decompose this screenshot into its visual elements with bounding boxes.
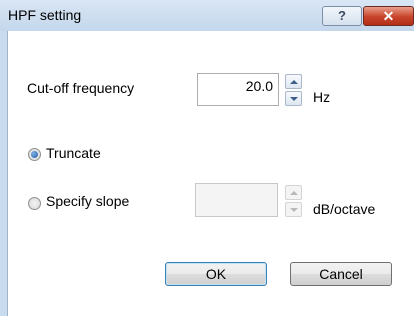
slope-increment-button[interactable] bbox=[285, 185, 302, 200]
specify-slope-radio[interactable] bbox=[28, 197, 41, 210]
cancel-button[interactable]: Cancel bbox=[290, 262, 392, 286]
arrow-down-icon bbox=[289, 207, 298, 212]
truncate-radio[interactable] bbox=[28, 148, 41, 161]
cutoff-frequency-label: Cut-off frequency bbox=[27, 80, 135, 96]
slope-input[interactable] bbox=[195, 183, 278, 217]
hpf-setting-dialog: HPF setting ? ✕ Cut-off frequency 20.0 H… bbox=[0, 0, 414, 316]
cutoff-unit-label: Hz bbox=[313, 89, 331, 105]
cutoff-frequency-spinner bbox=[285, 74, 302, 106]
close-button[interactable]: ✕ bbox=[363, 6, 414, 26]
dialog-title: HPF setting bbox=[8, 7, 82, 23]
help-button[interactable]: ? bbox=[322, 6, 362, 26]
arrow-up-icon bbox=[289, 190, 298, 195]
specify-slope-label[interactable]: Specify slope bbox=[46, 193, 129, 209]
title-bar[interactable]: HPF setting ? ✕ bbox=[0, 0, 414, 31]
cutoff-decrement-button[interactable] bbox=[285, 91, 302, 106]
slope-spinner bbox=[285, 185, 302, 217]
cutoff-frequency-input[interactable]: 20.0 bbox=[197, 73, 279, 106]
arrow-down-icon bbox=[289, 96, 298, 101]
slope-unit-label: dB/octave bbox=[313, 201, 376, 217]
slope-decrement-button[interactable] bbox=[285, 202, 302, 217]
truncate-label[interactable]: Truncate bbox=[46, 145, 101, 161]
ok-button[interactable]: OK bbox=[165, 262, 267, 286]
arrow-up-icon bbox=[289, 79, 298, 84]
dialog-body: Cut-off frequency 20.0 Hz Truncate Speci… bbox=[7, 31, 414, 316]
cutoff-increment-button[interactable] bbox=[285, 74, 302, 89]
